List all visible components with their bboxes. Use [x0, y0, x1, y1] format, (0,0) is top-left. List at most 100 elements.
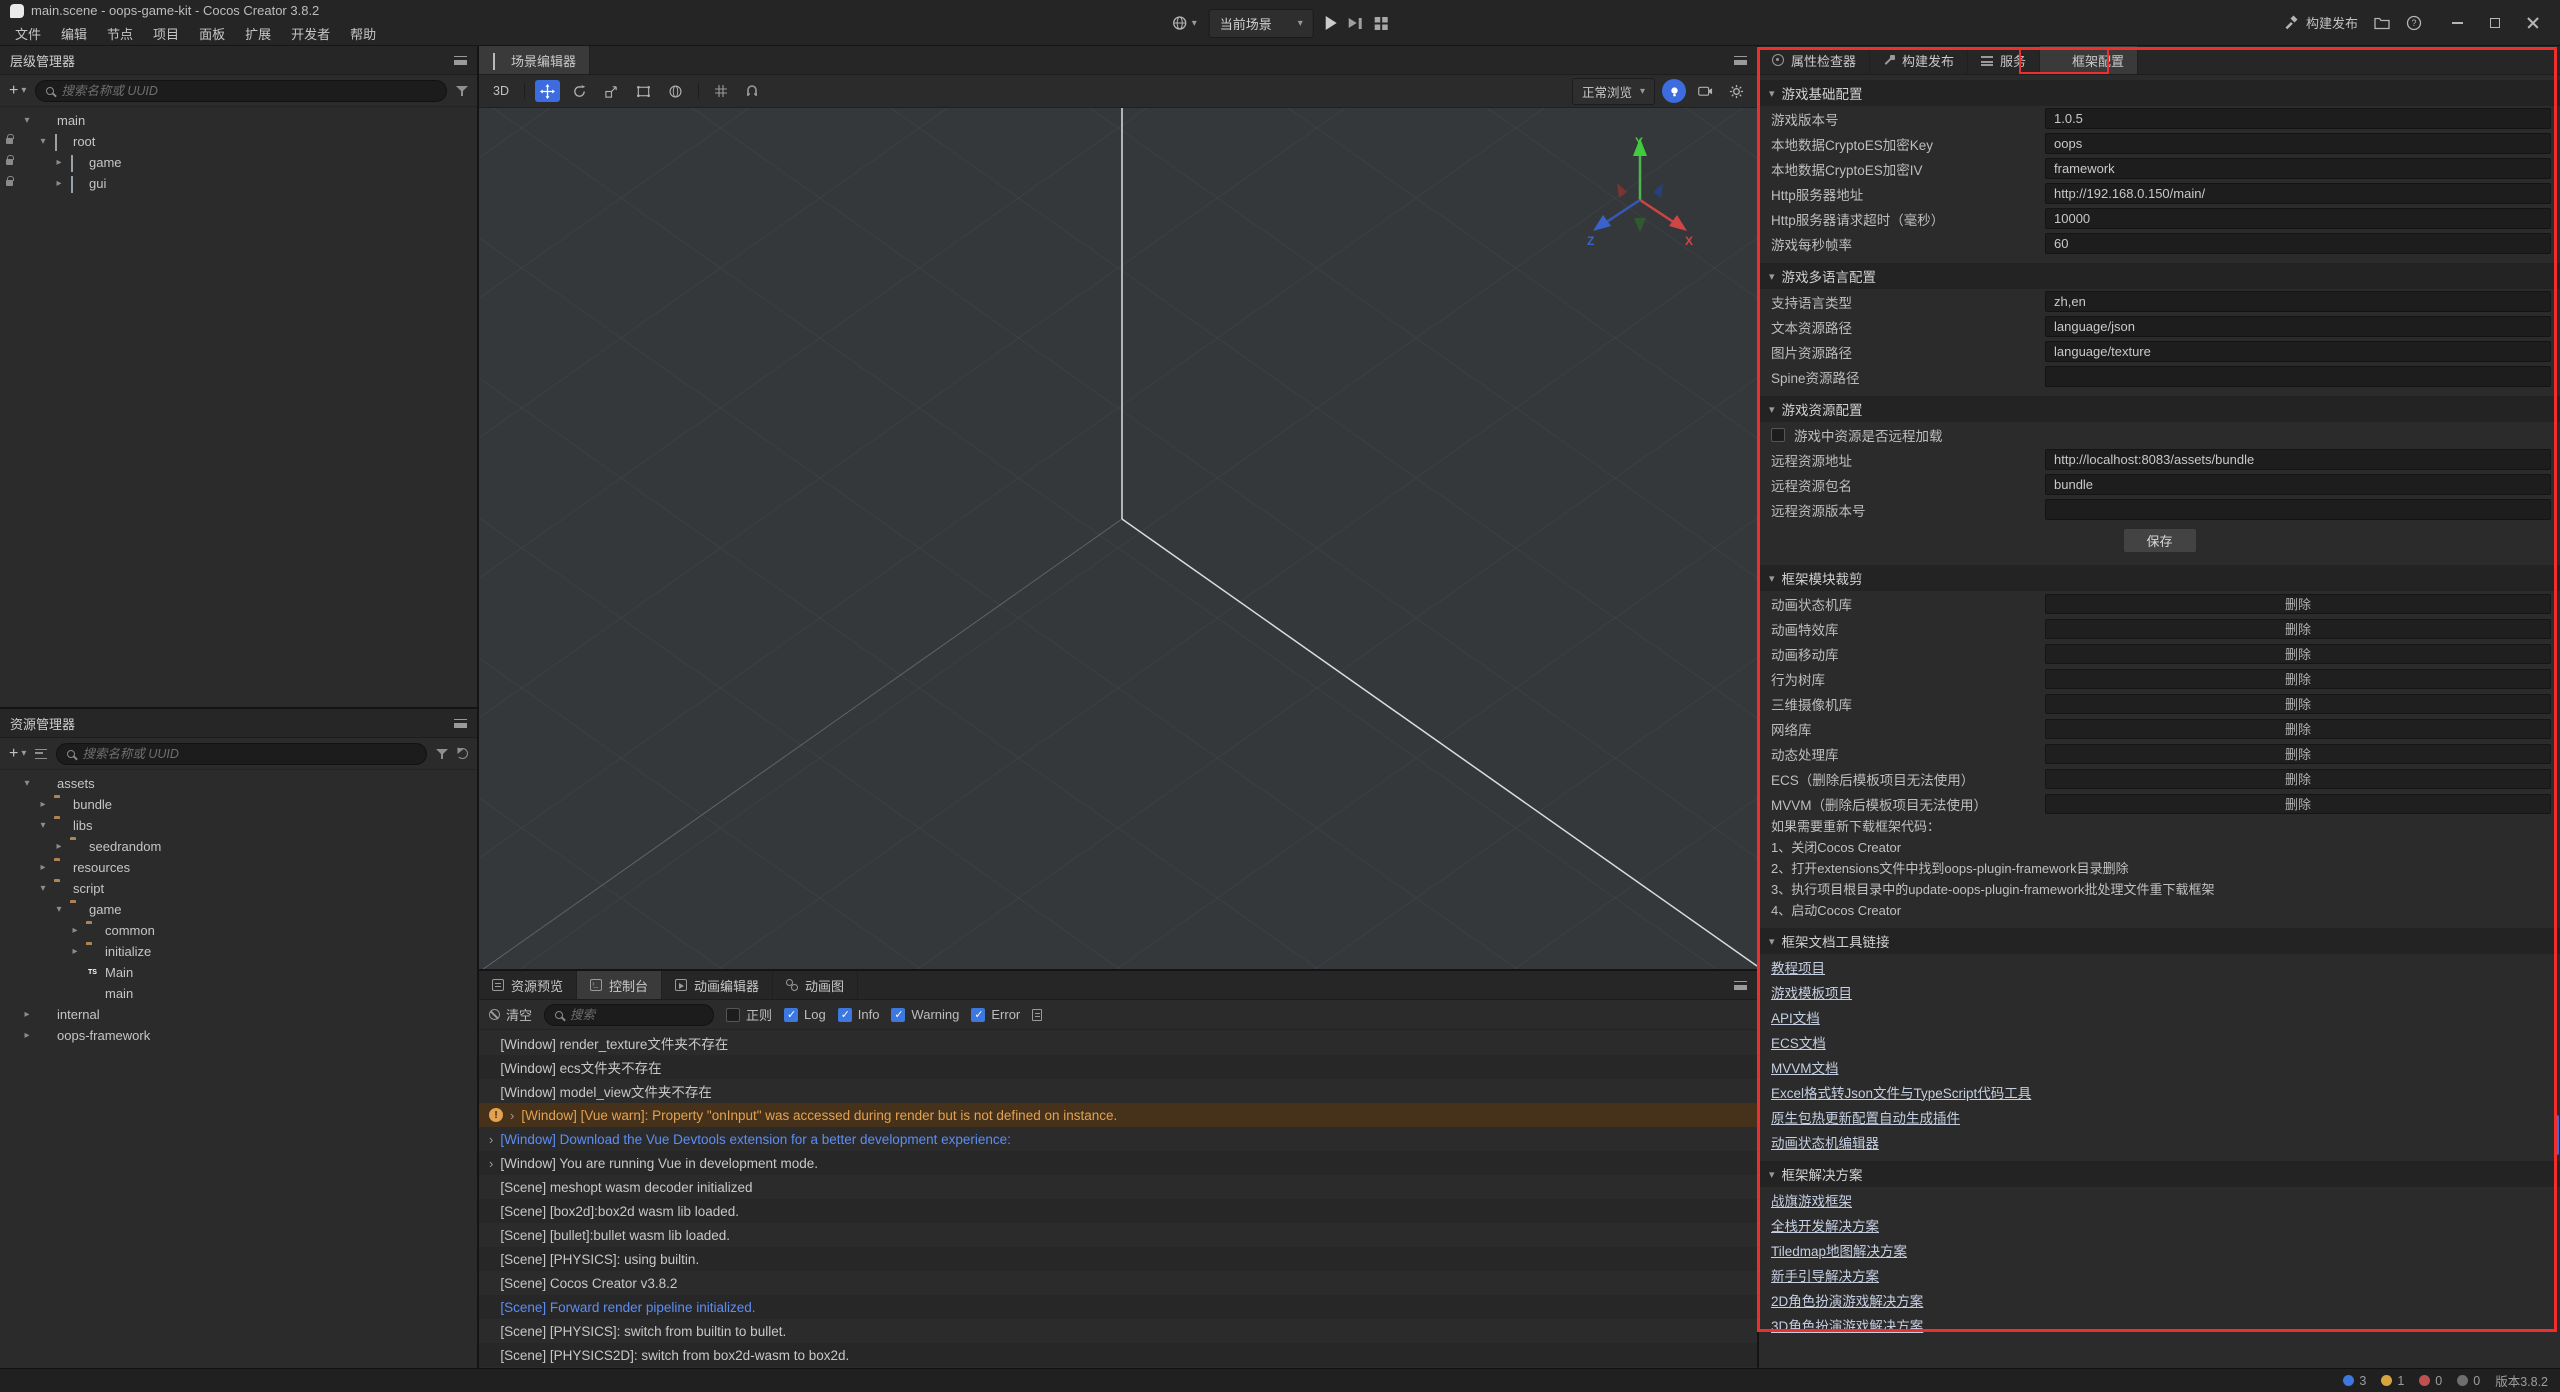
asset-node[interactable]: internal	[0, 1004, 477, 1025]
section-header-resource[interactable]: 游戏资源配置	[1759, 396, 2560, 422]
section-header-docs[interactable]: 框架文档工具链接	[1759, 928, 2560, 954]
asset-node[interactable]: bundle	[0, 794, 477, 815]
log-filter-checkbox[interactable]: Log	[784, 1007, 826, 1022]
asset-node[interactable]: Main	[0, 962, 477, 983]
asset-node[interactable]: initialize	[0, 941, 477, 962]
asset-node[interactable]: seedrandom	[0, 836, 477, 857]
remote-load-checkbox-row[interactable]: 游戏中资源是否远程加载	[1759, 422, 2560, 447]
log-row[interactable]: [Window] ecs文件夹不存在	[479, 1055, 1757, 1079]
hierarchy-node[interactable]: game	[0, 152, 477, 173]
delete-module-button[interactable]: 删除	[2285, 794, 2311, 813]
help-button[interactable]: ?	[2406, 15, 2422, 31]
tree-expand-arrow[interactable]	[38, 820, 48, 831]
tree-expand-arrow[interactable]	[38, 883, 48, 894]
field-input[interactable]	[2045, 341, 2551, 362]
log-row[interactable]: [Window] model_view文件夹不存在	[479, 1079, 1757, 1103]
hierarchy-node[interactable]: gui	[0, 173, 477, 194]
log-row[interactable]: [Scene] [PHYSICS]: using builtin.	[479, 1247, 1757, 1271]
assets-search[interactable]	[56, 743, 427, 765]
tree-expand-arrow[interactable]	[54, 178, 64, 189]
add-asset-button[interactable]: +▾	[9, 746, 26, 762]
hierarchy-node[interactable]: main	[0, 110, 477, 131]
rotate-tool-button[interactable]	[567, 80, 592, 102]
doc-link[interactable]: 游戏模板项目	[1771, 982, 1852, 1002]
checkbox-icon[interactable]	[1771, 428, 1785, 442]
3d-toggle-button[interactable]: 3D	[488, 80, 514, 102]
doc-link[interactable]: API文档	[1771, 1007, 1820, 1027]
field-input[interactable]	[2045, 499, 2551, 520]
log-row[interactable]: [Scene] [PHYSICS]: switch from builtin t…	[479, 1319, 1757, 1343]
inspector-tab[interactable]: 服务	[1968, 46, 2040, 74]
field-input[interactable]	[2045, 233, 2551, 254]
doc-link[interactable]: 教程项目	[1771, 957, 1825, 977]
tree-expand-arrow[interactable]	[54, 157, 64, 168]
minimize-button[interactable]	[2438, 8, 2476, 38]
log-row[interactable]: [Window] [Vue warn]: Property "onInput" …	[479, 1103, 1757, 1127]
console-tab[interactable]: 动画编辑器	[662, 971, 773, 999]
doc-link[interactable]: 原生包热更新配置自动生成插件	[1771, 1107, 1960, 1127]
log-row[interactable]: [Scene] [box2d]:box2d wasm lib loaded.	[479, 1199, 1757, 1223]
asset-node[interactable]: libs	[0, 815, 477, 836]
delete-module-button[interactable]: 删除	[2285, 769, 2311, 788]
scene-settings-button[interactable]	[1724, 79, 1748, 103]
tree-expand-arrow[interactable]	[38, 862, 48, 873]
log-row[interactable]: [Window] render_texture文件夹不存在	[479, 1031, 1757, 1055]
console-tab[interactable]: 资源预览	[479, 971, 577, 999]
hierarchy-search[interactable]	[35, 80, 447, 102]
delete-module-button[interactable]: 删除	[2285, 619, 2311, 638]
step-button[interactable]	[1349, 18, 1362, 29]
tab-scene-editor[interactable]: 场景编辑器	[479, 46, 590, 74]
menu-item[interactable]: 文件	[6, 22, 50, 45]
field-input[interactable]	[2045, 474, 2551, 495]
panel-menu-icon[interactable]	[1734, 56, 1747, 65]
solution-link[interactable]: 2D角色扮演游戏解决方案	[1771, 1290, 1923, 1310]
field-input[interactable]	[2045, 183, 2551, 204]
expand-chevron-icon[interactable]	[489, 1132, 493, 1147]
delete-module-button[interactable]: 删除	[2285, 719, 2311, 738]
asset-node[interactable]: main	[0, 983, 477, 1004]
tree-expand-arrow[interactable]	[22, 1009, 32, 1020]
log-row[interactable]: [Scene] Forward render pipeline initiali…	[479, 1295, 1757, 1319]
doc-link[interactable]: ECS文档	[1771, 1032, 1826, 1052]
maximize-button[interactable]	[2476, 8, 2514, 38]
inspector-tab[interactable]: 构建发布	[1870, 46, 1968, 74]
tree-expand-arrow[interactable]	[22, 115, 32, 126]
axis-gizmo[interactable]: X Z Y	[1575, 130, 1705, 260]
layout-button[interactable]	[1373, 16, 1388, 31]
tree-expand-arrow[interactable]	[54, 841, 64, 852]
refresh-icon[interactable]	[457, 748, 468, 759]
expand-chevron-icon[interactable]	[489, 1156, 493, 1171]
status-error-count[interactable]: 0	[2419, 1374, 2442, 1388]
snap-grid-button[interactable]	[709, 80, 733, 102]
menu-item[interactable]: 开发者	[282, 22, 339, 45]
menu-item[interactable]: 编辑	[52, 22, 96, 45]
panel-menu-icon[interactable]	[1734, 981, 1747, 990]
log-row[interactable]: [Window] You are running Vue in developm…	[479, 1151, 1757, 1175]
log-filter-checkbox[interactable]: Warning	[891, 1007, 959, 1022]
play-button[interactable]	[1326, 16, 1337, 30]
doc-link[interactable]: Excel格式转Json文件与TypeScript代码工具	[1771, 1082, 2031, 1102]
scrollbar-thumb[interactable]	[2555, 1115, 2559, 1155]
close-button[interactable]	[2514, 8, 2552, 38]
tree-expand-arrow[interactable]	[70, 925, 80, 936]
panel-menu-icon[interactable]	[454, 719, 467, 728]
delete-module-button[interactable]: 删除	[2285, 694, 2311, 713]
field-input[interactable]	[2045, 208, 2551, 229]
log-row[interactable]: [Scene] Cocos Creator v3.8.2	[479, 1271, 1757, 1295]
snap-rotate-button[interactable]	[740, 80, 764, 102]
log-row[interactable]: [Scene] [PHYSICS2D]: switch from box2d-w…	[479, 1343, 1757, 1367]
rect-tool-button[interactable]	[631, 80, 656, 102]
delete-module-button[interactable]: 删除	[2285, 744, 2311, 763]
open-project-folder-button[interactable]	[2374, 16, 2390, 30]
inspector-tab[interactable]: 框架配置	[2040, 46, 2138, 74]
scene-camera-button[interactable]	[1693, 79, 1717, 103]
scene-viewport[interactable]: X Z Y	[479, 108, 1757, 969]
status-warning-count[interactable]: 1	[2381, 1374, 2404, 1388]
regex-checkbox[interactable]: 正则	[726, 1005, 772, 1024]
console-tab[interactable]: 动画图	[773, 971, 858, 999]
status-notification-count[interactable]: 0	[2457, 1374, 2480, 1388]
console-search[interactable]	[544, 1004, 714, 1026]
doc-link[interactable]: MVVM文档	[1771, 1057, 1839, 1077]
inspector-tab[interactable]: 属性检查器	[1759, 46, 1870, 74]
tree-expand-arrow[interactable]	[38, 136, 48, 147]
